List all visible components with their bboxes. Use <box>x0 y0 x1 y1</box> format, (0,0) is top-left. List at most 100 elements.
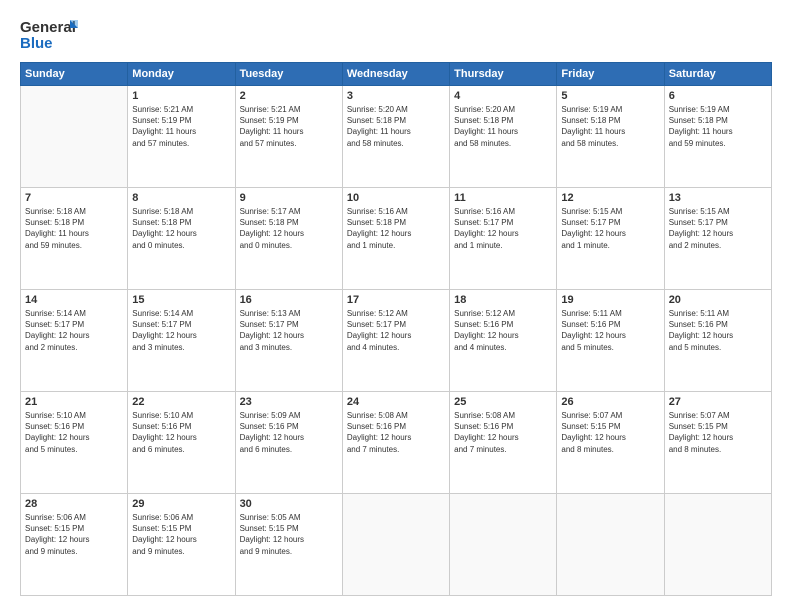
calendar-cell: 24 Sunrise: 5:08 AM Sunset: 5:16 PM Dayli… <box>342 392 449 494</box>
calendar-cell: 11 Sunrise: 5:16 AM Sunset: 5:17 PM Dayli… <box>450 188 557 290</box>
weekday-header-tuesday: Tuesday <box>235 63 342 86</box>
day-info: Sunrise: 5:10 AM Sunset: 5:16 PM Dayligh… <box>25 410 123 455</box>
calendar-cell: 8Sunrise: 5:18 AM Sunset: 5:18 PM Daylig… <box>128 188 235 290</box>
day-info: Sunrise: 5:08 AM Sunset: 5:16 PM Dayligh… <box>454 410 552 455</box>
day-number: 10 <box>347 192 445 204</box>
calendar-cell <box>342 494 449 596</box>
day-number: 25 <box>454 396 552 408</box>
calendar-week-5: 28 Sunrise: 5:06 AM Sunset: 5:15 PM Dayli… <box>21 494 772 596</box>
weekday-header-row: SundayMondayTuesdayWednesdayThursdayFrid… <box>21 63 772 86</box>
day-info: Sunrise: 5:11 AM Sunset: 5:16 PM Dayligh… <box>669 308 767 353</box>
calendar-cell: 30 Sunrise: 5:05 AM Sunset: 5:15 PM Dayli… <box>235 494 342 596</box>
day-info: Sunrise: 5:16 AM Sunset: 5:18 PM Dayligh… <box>347 206 445 251</box>
calendar-cell: 2 Sunrise: 5:21 AM Sunset: 5:19 PM Daylig… <box>235 86 342 188</box>
svg-text:General: General <box>20 19 76 36</box>
day-number: 1 <box>132 90 230 102</box>
calendar-cell: 20 Sunrise: 5:11 AM Sunset: 5:16 PM Dayli… <box>664 290 771 392</box>
day-info: Sunrise: 5:07 AM Sunset: 5:15 PM Dayligh… <box>561 410 659 455</box>
day-number: 22 <box>132 396 230 408</box>
day-number: 13 <box>669 192 767 204</box>
calendar-cell: 9 Sunrise: 5:17 AM Sunset: 5:18 PM Daylig… <box>235 188 342 290</box>
day-number: 27 <box>669 396 767 408</box>
calendar-cell: 17Sunrise: 5:12 AM Sunset: 5:17 PM Dayli… <box>342 290 449 392</box>
calendar-table: SundayMondayTuesdayWednesdayThursdayFrid… <box>20 62 772 596</box>
day-info: Sunrise: 5:19 AM Sunset: 5:18 PM Dayligh… <box>561 104 659 149</box>
weekday-header-monday: Monday <box>128 63 235 86</box>
calendar-cell: 23 Sunrise: 5:09 AM Sunset: 5:16 PM Dayli… <box>235 392 342 494</box>
calendar-cell: 5Sunrise: 5:19 AM Sunset: 5:18 PM Daylig… <box>557 86 664 188</box>
calendar-cell <box>450 494 557 596</box>
weekday-header-thursday: Thursday <box>450 63 557 86</box>
day-number: 24 <box>347 396 445 408</box>
calendar-cell: 13Sunrise: 5:15 AM Sunset: 5:17 PM Dayli… <box>664 188 771 290</box>
calendar-cell <box>664 494 771 596</box>
day-number: 19 <box>561 294 659 306</box>
day-info: Sunrise: 5:09 AM Sunset: 5:16 PM Dayligh… <box>240 410 338 455</box>
calendar-cell <box>21 86 128 188</box>
day-number: 29 <box>132 498 230 510</box>
day-number: 2 <box>240 90 338 102</box>
day-number: 6 <box>669 90 767 102</box>
weekday-header-wednesday: Wednesday <box>342 63 449 86</box>
day-number: 16 <box>240 294 338 306</box>
day-info: Sunrise: 5:17 AM Sunset: 5:18 PM Dayligh… <box>240 206 338 251</box>
day-number: 28 <box>25 498 123 510</box>
calendar-week-4: 21 Sunrise: 5:10 AM Sunset: 5:16 PM Dayli… <box>21 392 772 494</box>
calendar-cell: 18Sunrise: 5:12 AM Sunset: 5:16 PM Dayli… <box>450 290 557 392</box>
day-number: 11 <box>454 192 552 204</box>
calendar-cell: 1 Sunrise: 5:21 AM Sunset: 5:19 PM Daylig… <box>128 86 235 188</box>
day-info: Sunrise: 5:14 AM Sunset: 5:17 PM Dayligh… <box>25 308 123 353</box>
day-number: 26 <box>561 396 659 408</box>
weekday-header-sunday: Sunday <box>21 63 128 86</box>
calendar-cell: 10 Sunrise: 5:16 AM Sunset: 5:18 PM Dayli… <box>342 188 449 290</box>
header: GeneralBlue <box>20 16 772 52</box>
day-number: 20 <box>669 294 767 306</box>
day-number: 18 <box>454 294 552 306</box>
calendar-cell: 26 Sunrise: 5:07 AM Sunset: 5:15 PM Dayli… <box>557 392 664 494</box>
day-info: Sunrise: 5:19 AM Sunset: 5:18 PM Dayligh… <box>669 104 767 149</box>
day-number: 8 <box>132 192 230 204</box>
day-info: Sunrise: 5:06 AM Sunset: 5:15 PM Dayligh… <box>25 512 123 557</box>
calendar-cell: 12 Sunrise: 5:15 AM Sunset: 5:17 PM Dayli… <box>557 188 664 290</box>
day-number: 23 <box>240 396 338 408</box>
day-info: Sunrise: 5:20 AM Sunset: 5:18 PM Dayligh… <box>347 104 445 149</box>
day-number: 12 <box>561 192 659 204</box>
day-number: 3 <box>347 90 445 102</box>
calendar-cell: 6 Sunrise: 5:19 AM Sunset: 5:18 PM Daylig… <box>664 86 771 188</box>
calendar-cell: 3 Sunrise: 5:20 AM Sunset: 5:18 PM Daylig… <box>342 86 449 188</box>
day-info: Sunrise: 5:05 AM Sunset: 5:15 PM Dayligh… <box>240 512 338 557</box>
calendar-cell: 27 Sunrise: 5:07 AM Sunset: 5:15 PM Dayli… <box>664 392 771 494</box>
calendar-week-1: 1 Sunrise: 5:21 AM Sunset: 5:19 PM Daylig… <box>21 86 772 188</box>
day-number: 9 <box>240 192 338 204</box>
day-info: Sunrise: 5:16 AM Sunset: 5:17 PM Dayligh… <box>454 206 552 251</box>
page: GeneralBlue SundayMondayTuesdayWednesday… <box>0 0 792 612</box>
svg-text:Blue: Blue <box>20 35 53 52</box>
weekday-header-saturday: Saturday <box>664 63 771 86</box>
day-info: Sunrise: 5:06 AM Sunset: 5:15 PM Dayligh… <box>132 512 230 557</box>
day-number: 4 <box>454 90 552 102</box>
day-number: 14 <box>25 294 123 306</box>
calendar-cell: 28 Sunrise: 5:06 AM Sunset: 5:15 PM Dayli… <box>21 494 128 596</box>
calendar-cell: 14 Sunrise: 5:14 AM Sunset: 5:17 PM Dayli… <box>21 290 128 392</box>
day-info: Sunrise: 5:11 AM Sunset: 5:16 PM Dayligh… <box>561 308 659 353</box>
day-info: Sunrise: 5:14 AM Sunset: 5:17 PM Dayligh… <box>132 308 230 353</box>
calendar-cell: 16Sunrise: 5:13 AM Sunset: 5:17 PM Dayli… <box>235 290 342 392</box>
day-info: Sunrise: 5:21 AM Sunset: 5:19 PM Dayligh… <box>132 104 230 149</box>
day-info: Sunrise: 5:07 AM Sunset: 5:15 PM Dayligh… <box>669 410 767 455</box>
calendar-cell: 15Sunrise: 5:14 AM Sunset: 5:17 PM Dayli… <box>128 290 235 392</box>
day-number: 30 <box>240 498 338 510</box>
day-info: Sunrise: 5:15 AM Sunset: 5:17 PM Dayligh… <box>561 206 659 251</box>
day-number: 7 <box>25 192 123 204</box>
logo: GeneralBlue <box>20 16 80 52</box>
day-info: Sunrise: 5:21 AM Sunset: 5:19 PM Dayligh… <box>240 104 338 149</box>
day-number: 21 <box>25 396 123 408</box>
calendar-week-3: 14 Sunrise: 5:14 AM Sunset: 5:17 PM Dayli… <box>21 290 772 392</box>
calendar-cell: 21 Sunrise: 5:10 AM Sunset: 5:16 PM Dayli… <box>21 392 128 494</box>
day-info: Sunrise: 5:18 AM Sunset: 5:18 PM Dayligh… <box>25 206 123 251</box>
calendar-cell: 19 Sunrise: 5:11 AM Sunset: 5:16 PM Dayli… <box>557 290 664 392</box>
day-info: Sunrise: 5:20 AM Sunset: 5:18 PM Dayligh… <box>454 104 552 149</box>
calendar-cell: 22Sunrise: 5:10 AM Sunset: 5:16 PM Dayli… <box>128 392 235 494</box>
calendar-cell: 29 Sunrise: 5:06 AM Sunset: 5:15 PM Dayli… <box>128 494 235 596</box>
day-info: Sunrise: 5:08 AM Sunset: 5:16 PM Dayligh… <box>347 410 445 455</box>
calendar-cell: 7 Sunrise: 5:18 AM Sunset: 5:18 PM Daylig… <box>21 188 128 290</box>
